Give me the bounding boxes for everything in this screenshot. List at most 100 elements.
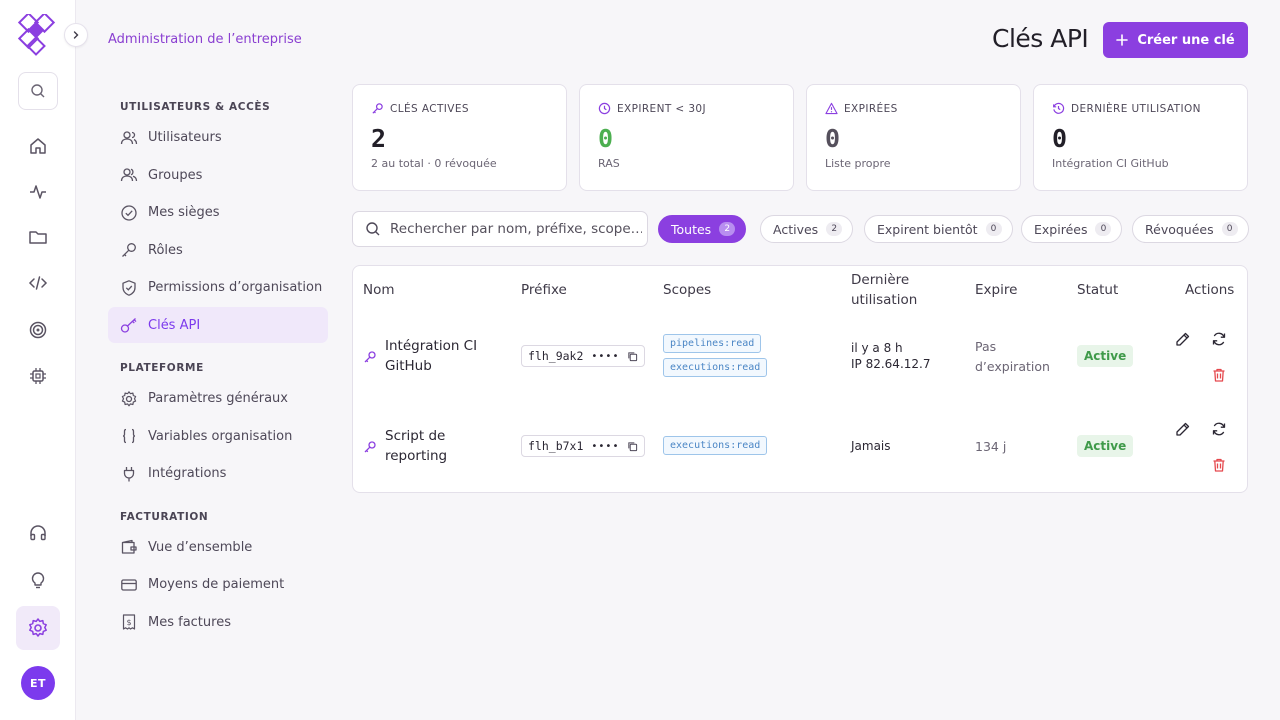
copy-icon[interactable] (627, 441, 638, 452)
last-used-value: il y a 8 h (851, 341, 903, 355)
filter-count-badge: 0 (1095, 222, 1112, 236)
credit-card-icon (120, 576, 138, 594)
stat-label: EXPIRENT < 30J (617, 102, 706, 115)
search-icon (365, 221, 381, 237)
scope-tag: executions:read (663, 436, 768, 455)
delete-trash-icon[interactable] (1210, 366, 1228, 384)
target-icon[interactable] (18, 310, 58, 350)
receipt-icon: $ (120, 613, 138, 631)
nav-section-users-access: UTILISATEURS & ACCÈS (120, 101, 271, 113)
activity-icon[interactable] (18, 172, 58, 212)
code-icon[interactable] (18, 263, 58, 303)
lightbulb-icon[interactable] (18, 560, 58, 600)
nav-item-billing-overview[interactable]: Vue d’ensemble (108, 529, 328, 565)
settings-sidenav: UTILISATEURS & ACCÈS Utilisateurs Groupe… (108, 96, 328, 640)
expires-value-line1: Pas (975, 339, 997, 354)
key-name-line1[interactable]: Intégration CI (385, 336, 485, 356)
nav-item-org-variables[interactable]: Variables organisation (108, 418, 328, 454)
stat-card-active-keys: CLÉS ACTIVES 2 2 au total · 0 révoquée (352, 84, 567, 191)
stat-card-last-used: DERNIÈRE UTILISATION 0 Intégration CI Gi… (1033, 84, 1248, 191)
create-key-button[interactable]: Créer une clé (1103, 22, 1248, 58)
stat-value: 0 (1052, 124, 1068, 153)
nav-item-payment-methods[interactable]: Moyens de paiement (108, 567, 328, 603)
breadcrumb[interactable]: Administration de l’entreprise (108, 32, 302, 47)
table-row: Script de reporting flh_b7x1 •••• execut… (353, 410, 1247, 492)
brand-logo-icon[interactable] (14, 14, 60, 58)
column-header-scopes[interactable]: Scopes (663, 280, 711, 300)
stat-label: EXPIRÉES (844, 102, 898, 115)
search-input[interactable]: Rechercher par nom, préfixe, scope… (352, 211, 648, 247)
nav-item-invoices[interactable]: $ Mes factures (108, 604, 328, 640)
nav-item-roles[interactable]: Rôles (108, 232, 328, 268)
plug-icon (120, 465, 138, 483)
filter-chip-expired[interactable]: Expirées 0 (1021, 215, 1123, 243)
create-key-label: Créer une clé (1137, 32, 1235, 48)
edit-pencil-icon[interactable] (1174, 330, 1192, 348)
nav-item-seats[interactable]: Mes sièges (108, 195, 328, 231)
key-prefix-mask: •••• (591, 440, 620, 452)
last-used-ip: IP 82.64.12.7 (851, 357, 931, 371)
last-used-value: Jamais (851, 439, 891, 453)
rotate-refresh-icon[interactable] (1210, 420, 1228, 438)
filter-count-badge: 2 (826, 222, 843, 236)
filter-label: Expirées (1034, 221, 1088, 237)
stat-value: 0 (598, 124, 614, 153)
nav-item-users[interactable]: Utilisateurs (108, 120, 328, 156)
key-name-line2[interactable]: reporting (385, 446, 485, 466)
filter-count-badge: 2 (719, 222, 736, 236)
column-header-prefix[interactable]: Préfixe (521, 280, 567, 300)
column-header-status[interactable]: Statut (1077, 280, 1118, 300)
delete-trash-icon[interactable] (1210, 456, 1228, 474)
nav-item-org-permissions[interactable]: Permissions d’organisation (108, 270, 328, 306)
key-name-line2[interactable]: GitHub (385, 356, 485, 376)
key-name-line1[interactable]: Script de (385, 426, 485, 446)
page-title: Clés API (992, 24, 1089, 53)
gear-icon (120, 390, 138, 408)
search-icon[interactable] (18, 72, 58, 110)
stat-value: 0 (825, 124, 841, 153)
stat-subtext: Liste propre (825, 157, 891, 170)
edit-pencil-icon[interactable] (1174, 420, 1192, 438)
nav-item-general-settings[interactable]: Paramètres généraux (108, 381, 328, 417)
stat-value: 2 (371, 124, 387, 153)
filter-chip-expiring-soon[interactable]: Expirent bientôt 0 (864, 215, 1013, 243)
nav-item-integrations[interactable]: Intégrations (108, 456, 328, 492)
chip-icon[interactable] (18, 356, 58, 396)
key-prefix: flh_b7x1 •••• (521, 435, 645, 457)
filter-chip-active[interactable]: Actives 2 (760, 215, 854, 243)
home-icon[interactable] (18, 126, 58, 166)
filter-chip-all[interactable]: Toutes 2 (658, 215, 747, 243)
table-row: Intégration CI GitHub flh_9ak2 •••• pipe… (353, 320, 1247, 410)
icon-rail: ET (0, 0, 76, 720)
headset-icon[interactable] (18, 513, 58, 553)
filter-count-badge: 0 (985, 222, 1002, 236)
nav-item-label: Rôles (148, 242, 183, 258)
folder-icon[interactable] (18, 217, 58, 257)
nav-item-label: Mes sièges (148, 205, 220, 220)
avatar[interactable]: ET (21, 666, 55, 700)
users-icon (120, 129, 138, 147)
nav-item-label: Vue d’ensemble (148, 539, 253, 555)
nav-item-label: Permissions d’organisation (148, 280, 323, 295)
search-placeholder: Rechercher par nom, préfixe, scope… (390, 221, 642, 237)
wallet-icon (120, 538, 138, 556)
filter-chip-revoked[interactable]: Révoquées 0 (1132, 215, 1249, 243)
nav-item-label: Variables organisation (148, 428, 293, 444)
column-header-last-used-line1[interactable]: Dernière (851, 270, 909, 290)
key-icon (120, 316, 138, 334)
key-prefix-value: flh_b7x1 (528, 439, 584, 453)
copy-icon[interactable] (627, 351, 638, 362)
expand-sidebar-button[interactable] (64, 23, 88, 47)
rotate-refresh-icon[interactable] (1210, 330, 1228, 348)
column-header-expires[interactable]: Expire (975, 280, 1017, 300)
nav-item-label: Moyens de paiement (148, 577, 285, 592)
expires-value-line2: d’expiration (975, 359, 1050, 374)
column-header-name[interactable]: Nom (363, 280, 395, 300)
column-header-last-used-line2[interactable]: utilisation (851, 290, 917, 310)
settings-gear-icon[interactable] (16, 606, 60, 650)
nav-item-api-keys[interactable]: Clés API (108, 307, 328, 343)
stat-card-expiring-soon: EXPIRENT < 30J 0 RAS (579, 84, 794, 191)
stat-label: DERNIÈRE UTILISATION (1071, 102, 1201, 115)
warning-icon (825, 102, 838, 115)
nav-item-groups[interactable]: Groupes (108, 157, 328, 193)
